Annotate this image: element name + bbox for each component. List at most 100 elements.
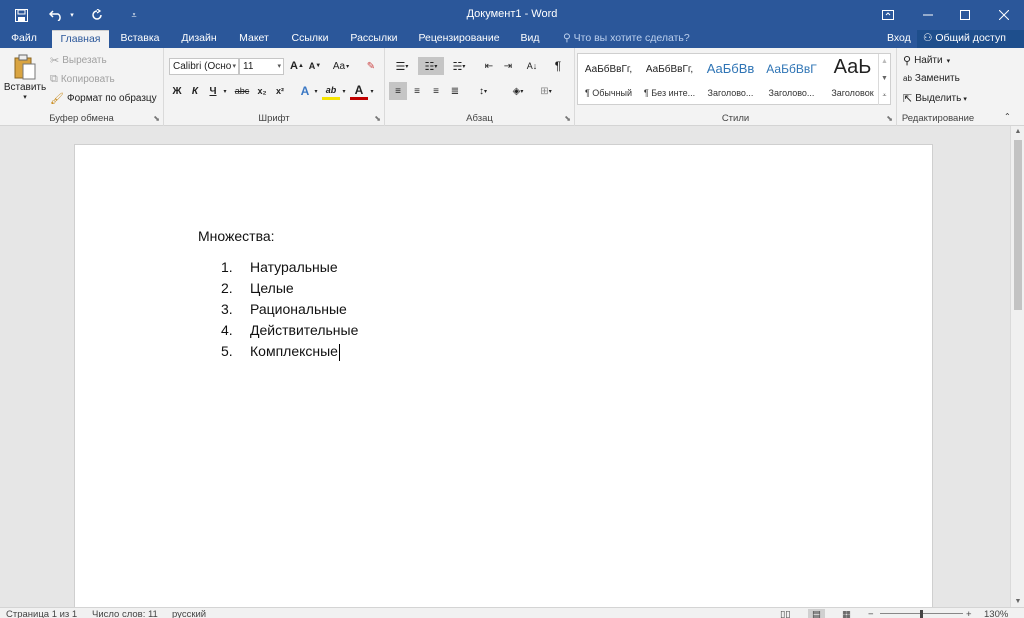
web-layout-icon[interactable]: ▦ (842, 609, 851, 618)
font-color-button[interactable]: A (350, 82, 368, 100)
align-right-icon[interactable]: ≡ (427, 82, 445, 100)
style-preview: АаБбВв (706, 61, 755, 76)
superscript-button[interactable]: x² (271, 82, 289, 100)
shrink-font-button[interactable]: A ▼ (306, 57, 324, 75)
page-count[interactable]: Страница 1 из 1 (6, 609, 77, 618)
clipboard-launcher-icon[interactable]: ⬊ (153, 114, 160, 123)
gallery-up-icon[interactable]: ▲ (878, 54, 890, 71)
print-layout-icon[interactable]: ▤ (808, 609, 825, 618)
cut-button[interactable]: ✂ Вырезать (50, 54, 107, 67)
sort-icon[interactable]: A↓ (523, 57, 541, 75)
tab-references[interactable]: Ссылки (285, 30, 335, 48)
tab-layout[interactable]: Макет (233, 30, 275, 48)
person-icon: ⚇ (923, 32, 933, 44)
style-no-spacing[interactable]: АаБбВвГг, ¶ Без инте... (639, 54, 700, 104)
paste-button[interactable]: Вставить ▾ (4, 54, 46, 112)
highlight-dropdown-icon[interactable]: ▾ (340, 82, 348, 100)
italic-button[interactable]: К (186, 82, 204, 100)
line-spacing-icon[interactable]: ↕ ▾ (471, 82, 495, 100)
tab-mailings[interactable]: Рассылки (345, 30, 403, 48)
tab-file[interactable]: Файл (0, 30, 48, 48)
select-button[interactable]: ⇱ Выделить ▾ (903, 92, 967, 105)
style-heading-2[interactable]: АаБбВвГ Заголово... (761, 54, 822, 104)
list-number: 1. (221, 259, 233, 275)
font-size-box[interactable]: 11 ▾ (239, 58, 284, 75)
cut-label: Вырезать (62, 55, 107, 66)
clear-formatting-icon[interactable]: ✎ (362, 57, 380, 75)
sign-in-link[interactable]: Вход (887, 30, 911, 46)
repeat-icon[interactable] (86, 0, 108, 30)
decrease-indent-icon[interactable]: ⇤ (480, 57, 498, 75)
shading-icon[interactable]: ◈ ▾ (506, 82, 530, 100)
scroll-down-icon[interactable]: ▼ (1011, 598, 1024, 605)
language[interactable]: русский (172, 609, 206, 618)
align-left-icon[interactable]: ≡ (389, 82, 407, 100)
borders-icon[interactable]: ⊞ ▾ (534, 82, 558, 100)
gallery-more-icon[interactable]: ⩡ (878, 88, 890, 105)
numbering-icon[interactable]: ☷ ▾ (418, 57, 444, 75)
strikethrough-button[interactable]: abc (232, 82, 252, 100)
save-icon[interactable] (8, 0, 34, 30)
grow-font-button[interactable]: A ▲ (288, 57, 306, 75)
doc-heading: Множества: (198, 228, 275, 244)
scroll-up-icon[interactable]: ▲ (1011, 128, 1024, 135)
vertical-scrollbar[interactable]: ▲ ▼ (1010, 126, 1024, 607)
show-formatting-button[interactable]: ¶ (549, 57, 567, 75)
undo-icon[interactable] (45, 0, 67, 30)
text-cursor (338, 343, 340, 361)
underline-dropdown-icon[interactable]: ▾ (220, 82, 230, 100)
copy-button[interactable]: ⧉ Копировать (50, 73, 115, 86)
tell-me-box[interactable]: ⚲ Что вы хотите сделать? (563, 30, 690, 48)
replace-button[interactable]: ab Заменить (903, 73, 960, 84)
share-button[interactable]: ⚇ Общий доступ (917, 30, 1024, 48)
format-painter-label: Формат по образцу (66, 93, 157, 104)
tab-view[interactable]: Вид (514, 30, 546, 48)
list-text: Действительные (250, 322, 359, 338)
chevron-down-icon: ▾ (232, 63, 236, 70)
find-button[interactable]: ⚲ Найти ▾ (903, 54, 950, 67)
tab-home[interactable]: Главная (52, 30, 109, 48)
zoom-level[interactable]: 130% (984, 609, 1008, 618)
style-title[interactable]: АаЬ Заголовок (822, 54, 883, 104)
justify-icon[interactable]: ≣ (446, 82, 464, 100)
zoom-slider-thumb[interactable] (920, 610, 923, 618)
font-color-dropdown-icon[interactable]: ▾ (368, 82, 376, 100)
align-center-icon[interactable]: ≡ (408, 82, 426, 100)
minimize-icon[interactable] (908, 0, 948, 30)
highlight-button[interactable]: ab (322, 82, 340, 100)
style-heading-1[interactable]: АаБбВв Заголово... (700, 54, 761, 104)
bold-button[interactable]: Ж (168, 82, 186, 100)
scissors-icon: ✂ (50, 55, 60, 67)
read-mode-icon[interactable]: ▯▯ (780, 609, 790, 618)
tab-review[interactable]: Рецензирование (413, 30, 505, 48)
maximize-icon[interactable] (945, 0, 985, 30)
document-page[interactable]: Множества: 1. Натуральные 2. Целые 3. Рацио… (74, 144, 933, 614)
style-preview: АаЬ (833, 56, 872, 78)
styles-launcher-icon[interactable]: ⬊ (886, 114, 893, 123)
text-effects-dropdown-icon[interactable]: ▾ (312, 82, 320, 100)
style-normal[interactable]: АаБбВвГг, ¶ Обычный (578, 54, 639, 104)
tab-insert[interactable]: Вставка (115, 30, 165, 48)
paragraph-launcher-icon[interactable]: ⬊ (564, 114, 571, 123)
tab-design[interactable]: Дизайн (175, 30, 223, 48)
font-name-box[interactable]: Calibri (Осно ▾ (169, 58, 239, 75)
ribbon: Вставить ▾ ✂ Вырезать ⧉ Копировать 🖌 Фор… (0, 48, 1024, 126)
word-count[interactable]: Число слов: 11 (92, 609, 158, 618)
increase-indent-icon[interactable]: ⇥ (499, 57, 517, 75)
scrollbar-thumb[interactable] (1014, 140, 1022, 310)
undo-dropdown-icon[interactable]: ▾ (67, 0, 77, 30)
font-launcher-icon[interactable]: ⬊ (374, 114, 381, 123)
zoom-out-button[interactable]: − (868, 609, 874, 618)
bullets-icon[interactable]: ☰ ▾ (390, 57, 414, 75)
change-case-button[interactable]: Aa ▾ (328, 57, 354, 75)
collapse-ribbon-icon[interactable]: ⌃ (1004, 112, 1011, 121)
close-icon[interactable] (984, 0, 1024, 30)
subscript-button[interactable]: x₂ (253, 82, 271, 100)
ribbon-display-options-icon[interactable] (868, 0, 908, 30)
chevron-down-icon: ▾ (23, 94, 27, 101)
zoom-in-button[interactable]: + (966, 609, 972, 618)
gallery-down-icon[interactable]: ▼ (878, 71, 890, 88)
customize-qat-icon[interactable]: ⩡ (127, 0, 141, 30)
format-painter-button[interactable]: 🖌 Формат по образцу (50, 92, 157, 105)
multilevel-list-icon[interactable]: ☵ ▾ (447, 57, 471, 75)
